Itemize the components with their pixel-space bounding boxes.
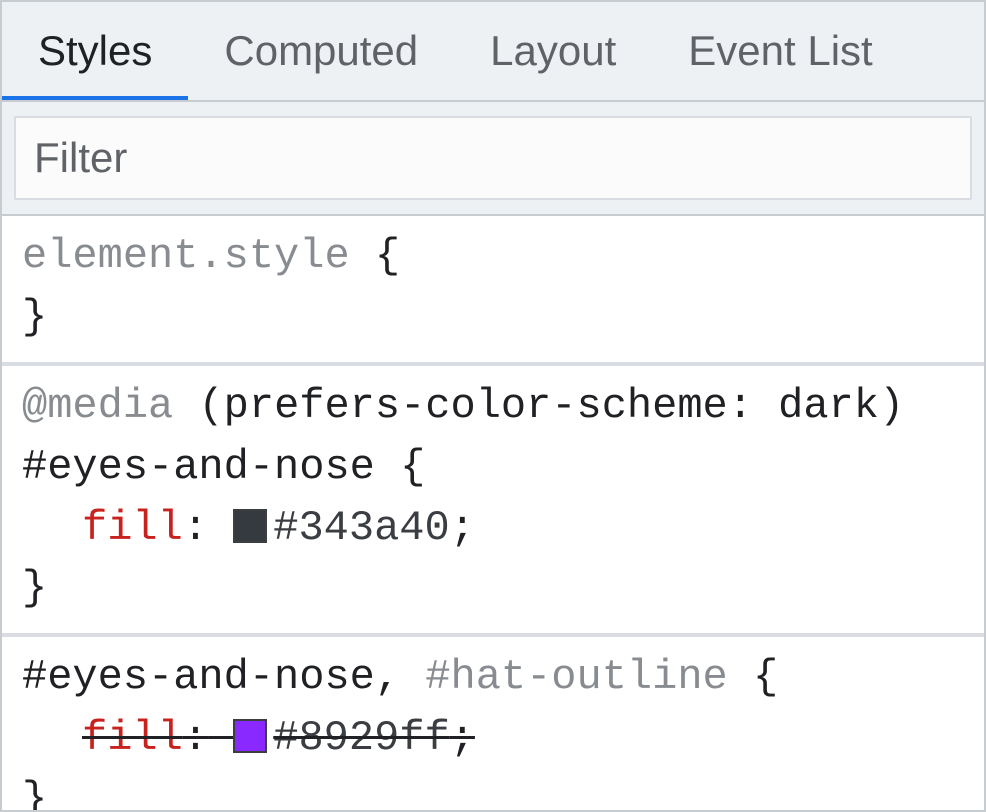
filter-input[interactable] [14, 116, 972, 200]
declaration-property[interactable]: fill [82, 714, 183, 762]
declaration-value[interactable]: #343a40 [273, 504, 449, 552]
rule-selector-sep: , [375, 653, 425, 701]
colon: : [183, 714, 208, 762]
rule-selector-part-muted[interactable]: #hat-outline [425, 653, 727, 701]
brace-open-glyph: { [375, 232, 400, 280]
colon: : [183, 504, 208, 552]
tab-layout[interactable]: Layout [454, 2, 652, 100]
brace-close: } [22, 293, 47, 341]
rule-eyes-and-nose-hat-outline[interactable]: #eyes-and-nose, #hat-outline { fill: #89… [2, 637, 984, 810]
rules-list: element.style { } @media (prefers-color-… [2, 216, 984, 810]
brace-open: { [400, 443, 425, 491]
brace-close: } [22, 775, 47, 810]
atrule-condition: (prefers-color-scheme: dark) [198, 382, 904, 430]
brace-open: { [753, 653, 778, 701]
rule-selector[interactable]: element.style [22, 232, 350, 280]
rule-media-eyes-and-nose[interactable]: @media (prefers-color-scheme: dark) #eye… [2, 366, 984, 638]
rule-selector[interactable]: #eyes-and-nose [22, 443, 375, 491]
semicolon: ; [450, 504, 475, 552]
brace-close: } [22, 564, 47, 612]
color-swatch-icon[interactable] [233, 509, 267, 543]
atrule-keyword: @media [22, 382, 173, 430]
filter-row [2, 102, 984, 216]
declaration[interactable]: fill: #343a40; [22, 498, 964, 559]
tab-event-listeners[interactable]: Event List [652, 2, 872, 100]
styles-panel: Styles Computed Layout Event List elemen… [0, 0, 986, 812]
declaration-value[interactable]: #8929ff [273, 714, 449, 762]
tab-computed[interactable]: Computed [188, 2, 454, 100]
rule-element-style[interactable]: element.style { } [2, 216, 984, 366]
declaration-property[interactable]: fill [82, 504, 183, 552]
tab-styles[interactable]: Styles [2, 2, 188, 100]
semicolon: ; [450, 714, 475, 762]
rule-selector-part[interactable]: #eyes-and-nose [22, 653, 375, 701]
pane-tabs: Styles Computed Layout Event List [2, 2, 984, 102]
declaration-overridden[interactable]: fill: #8929ff; [22, 708, 964, 769]
color-swatch-icon[interactable] [233, 719, 267, 753]
